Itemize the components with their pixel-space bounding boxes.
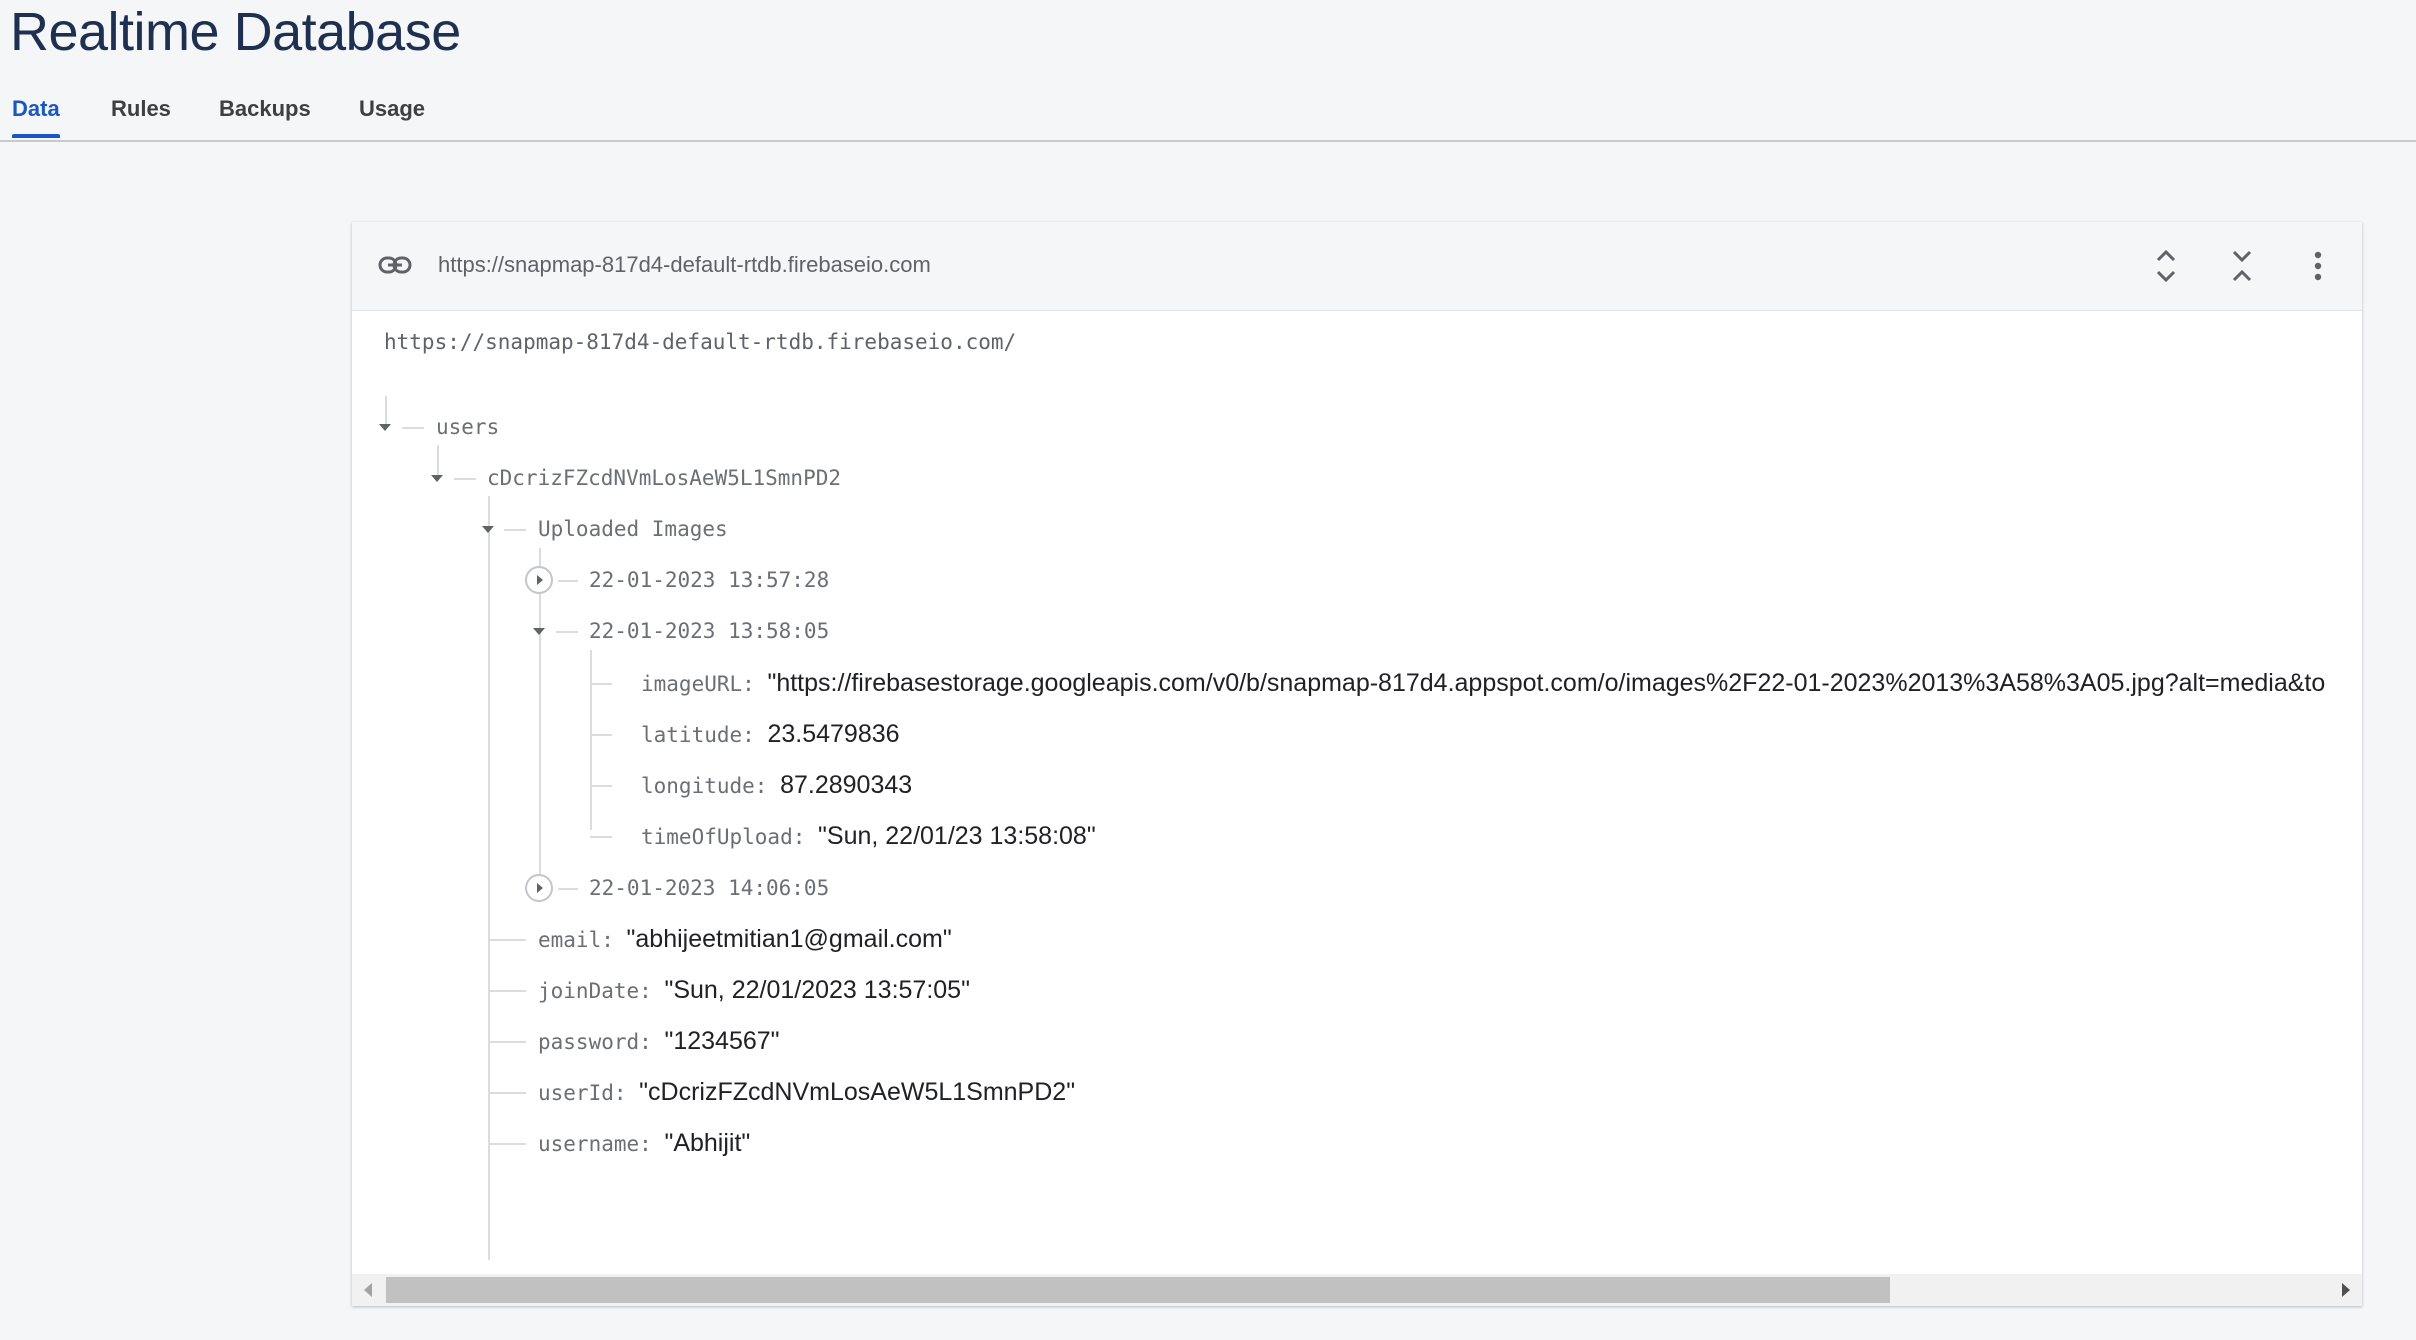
field-key: joinDate (538, 979, 640, 1003)
field-separator: : (639, 1132, 665, 1156)
collapse-all-icon[interactable] (2220, 244, 2264, 288)
field-separator: : (639, 1030, 665, 1054)
expand-all-icon[interactable] (2144, 244, 2188, 288)
tree-guide-line (558, 888, 578, 890)
tree-guide-line (504, 529, 526, 531)
field-value[interactable]: "Sun, 22/01/23 13:58:08" (818, 822, 1096, 850)
field-separator: : (742, 672, 768, 696)
scroll-right-arrow-icon[interactable] (2342, 1283, 2350, 1297)
field-key: email (538, 928, 602, 952)
field-key: latitude (641, 723, 743, 747)
tree-leaf-joindate[interactable]: joinDate: "Sun, 22/01/2023 13:57:05" (538, 970, 970, 1010)
field-separator: : (792, 825, 819, 849)
tree-node-image[interactable]: 22-01-2023 13:57:28 (589, 560, 829, 600)
tree-leaf-email[interactable]: email: "abhijeetmitian1@gmail.com" (538, 919, 952, 959)
field-key: longitude (641, 774, 755, 798)
tree-leaf-password[interactable]: password: "1234567" (538, 1021, 780, 1061)
tree-guide-line (558, 580, 578, 582)
field-value[interactable]: "1234567" (664, 1027, 779, 1055)
tree-guide-line (402, 427, 424, 429)
tree-leaf-imageurl[interactable]: imageURL: "https://firebasestorage.googl… (641, 663, 2325, 703)
tree-guide-line (490, 1143, 526, 1145)
field-value[interactable]: "Sun, 22/01/2023 13:57:05" (664, 976, 970, 1004)
database-url[interactable]: https://snapmap-817d4-default-rtdb.fireb… (438, 252, 931, 278)
root-url[interactable]: https://snapmap-817d4-default-rtdb.fireb… (384, 330, 1016, 354)
link-icon[interactable] (378, 250, 412, 280)
node-key: 22-01-2023 13:57:28 (589, 568, 830, 592)
horizontal-scrollbar[interactable] (352, 1274, 2362, 1306)
tree-guide-line (590, 683, 612, 685)
tab-data[interactable]: Data (12, 96, 60, 122)
field-key: imageURL (641, 672, 743, 696)
tab-backups[interactable]: Backups (219, 96, 311, 122)
tab-usage[interactable]: Usage (359, 96, 425, 122)
node-key: Uploaded Images (538, 517, 728, 541)
field-key: userId (538, 1081, 614, 1105)
node-key: 22-01-2023 13:58:05 (589, 619, 830, 643)
field-value[interactable]: "abhijeetmitian1@gmail.com" (627, 925, 952, 953)
tree-guide-line (539, 650, 541, 870)
field-value[interactable]: "Abhijit" (664, 1129, 750, 1157)
field-value[interactable]: 23.5479836 (767, 720, 899, 748)
field-key: username (538, 1132, 640, 1156)
collapse-caret-icon[interactable] (482, 526, 494, 533)
panel-header: https://snapmap-817d4-default-rtdb.fireb… (352, 222, 2362, 311)
tree-guide-line (488, 496, 490, 1260)
collapse-caret-icon[interactable] (379, 424, 391, 431)
tree-guide-line (556, 631, 578, 633)
expand-node-icon[interactable] (525, 874, 553, 902)
tree-guide-line (454, 478, 476, 480)
tab-bar: Data Rules Backups Usage (0, 90, 2416, 142)
tree-node-uploaded-images[interactable]: Uploaded Images (538, 509, 728, 549)
expand-node-icon[interactable] (525, 566, 553, 594)
scrollbar-thumb[interactable] (386, 1277, 1890, 1303)
field-separator: : (754, 774, 781, 798)
field-separator: : (742, 723, 768, 747)
tree-node-users[interactable]: users (436, 407, 499, 447)
field-separator: : (613, 1081, 640, 1105)
tree-guide-line (590, 785, 612, 787)
field-separator: : (601, 928, 627, 952)
tree-guide-line (490, 990, 526, 992)
tree-leaf-latitude[interactable]: latitude: 23.5479836 (641, 714, 900, 754)
field-value[interactable]: "cDcrizFZcdNVmLosAeW5L1SmnPD2" (639, 1078, 1075, 1106)
field-value[interactable]: 87.2890343 (780, 771, 912, 799)
tree-guide-line (590, 836, 612, 838)
field-separator: : (639, 979, 665, 1003)
tree-leaf-username[interactable]: username: "Abhijit" (538, 1123, 750, 1163)
node-key: cDcrizFZcdNVmLosAeW5L1SmnPD2 (487, 466, 842, 490)
active-tab-indicator (12, 134, 60, 138)
tree-node-user-id[interactable]: cDcrizFZcdNVmLosAeW5L1SmnPD2 (487, 458, 841, 498)
collapse-caret-icon[interactable] (533, 628, 545, 635)
field-key: timeOfUpload (641, 825, 793, 849)
field-value[interactable]: "https://firebasestorage.googleapis.com/… (767, 669, 2325, 697)
database-panel: https://snapmap-817d4-default-rtdb.fireb… (352, 222, 2362, 1306)
node-key: 22-01-2023 14:06:05 (589, 876, 830, 900)
tree-guide-line (437, 445, 439, 479)
scroll-left-arrow-icon[interactable] (364, 1283, 372, 1297)
page-title: Realtime Database (10, 2, 461, 62)
tree-leaf-longitude[interactable]: longitude: 87.2890343 (641, 765, 912, 805)
tree-leaf-userid[interactable]: userId: "cDcrizFZcdNVmLosAeW5L1SmnPD2" (538, 1072, 1075, 1112)
tab-rules[interactable]: Rules (111, 96, 171, 122)
tree-guide-line (590, 650, 592, 830)
tree-guide-line (490, 1092, 526, 1094)
more-vert-icon[interactable] (2296, 244, 2340, 288)
tree-guide-line (490, 1041, 526, 1043)
collapse-caret-icon[interactable] (431, 475, 443, 482)
tree-leaf-timeofupload[interactable]: timeOfUpload: "Sun, 22/01/23 13:58:08" (641, 816, 1096, 856)
tree-node-image[interactable]: 22-01-2023 14:06:05 (589, 868, 829, 908)
node-key: users (436, 415, 500, 439)
field-key: password (538, 1030, 640, 1054)
tree-node-image[interactable]: 22-01-2023 13:58:05 (589, 611, 829, 651)
tree-guide-line (590, 734, 612, 736)
data-tree: https://snapmap-817d4-default-rtdb.fireb… (352, 310, 2362, 1260)
tree-guide-line (490, 939, 526, 941)
